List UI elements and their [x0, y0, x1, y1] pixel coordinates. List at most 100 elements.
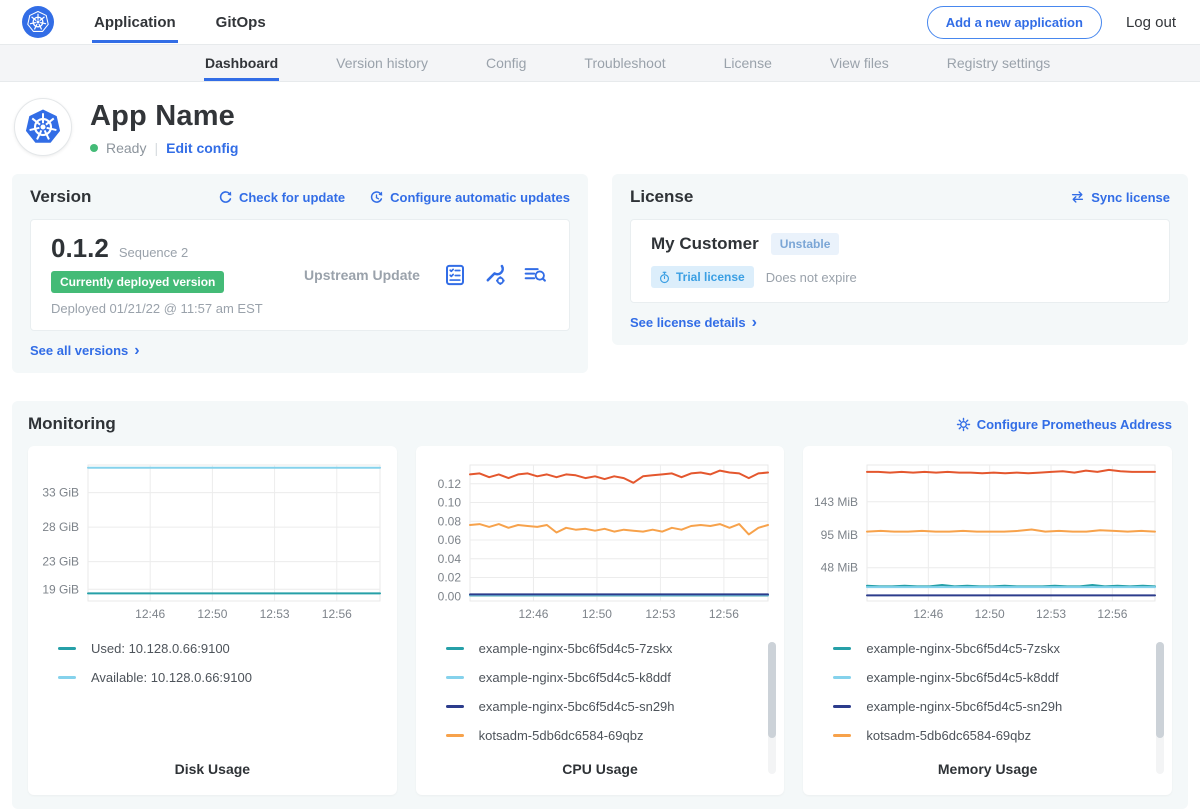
license-card: License Sync license My Customer Unstabl…	[612, 174, 1188, 345]
svg-text:12:53: 12:53	[645, 607, 675, 621]
disk-usage-legend: Used: 10.128.0.66:9100 Available: 10.128…	[58, 639, 389, 687]
tab-view-files[interactable]: View files	[829, 45, 890, 81]
svg-text:0.04: 0.04	[437, 552, 461, 566]
cpu-usage-legend: example-nginx-5bc6f5d4c5-7zskx example-n…	[446, 639, 777, 745]
logout-button[interactable]: Log out	[1126, 14, 1176, 31]
svg-text:12:53: 12:53	[1036, 607, 1066, 621]
legend-label: example-nginx-5bc6f5d4c5-k8ddf	[479, 670, 671, 685]
svg-text:12:46: 12:46	[914, 607, 944, 621]
legend-scrollbar-thumb[interactable]	[1156, 642, 1164, 738]
version-sequence: Sequence 2	[119, 245, 188, 260]
preflight-checks-icon[interactable]	[443, 263, 467, 287]
series-color-swatch	[446, 647, 464, 650]
configure-automatic-updates-link[interactable]: Configure automatic updates	[369, 190, 570, 205]
series-color-swatch	[446, 734, 464, 737]
series-color-swatch	[446, 705, 464, 708]
check-for-update-link[interactable]: Check for update	[218, 190, 345, 205]
license-expiry: Does not expire	[766, 270, 857, 285]
add-application-button[interactable]: Add a new application	[927, 6, 1102, 39]
legend-label: example-nginx-5bc6f5d4c5-sn29h	[479, 699, 675, 714]
deployed-timestamp: Deployed 01/21/22 @ 11:57 am EST	[51, 301, 281, 316]
series-color-swatch	[833, 705, 851, 708]
app-header: App Name Ready | Edit config	[0, 82, 1200, 174]
divider: |	[154, 140, 158, 156]
tab-license[interactable]: License	[723, 45, 773, 81]
series-color-swatch	[833, 676, 851, 679]
cpu-usage-chart-card: 0.120.100.080.060.040.020.0012:4612:5012…	[416, 446, 785, 795]
legend-item: kotsadm-5db6dc6584-69qbz	[446, 726, 777, 745]
tab-gitops[interactable]: GitOps	[214, 2, 268, 43]
ready-status-dot	[90, 144, 98, 152]
svg-text:12:50: 12:50	[197, 607, 227, 621]
configure-prometheus-link[interactable]: Configure Prometheus Address	[956, 417, 1172, 432]
legend-label: kotsadm-5db6dc6584-69qbz	[479, 728, 644, 743]
tab-registry-settings[interactable]: Registry settings	[946, 45, 1051, 81]
series-color-swatch	[58, 647, 76, 650]
svg-text:12:46: 12:46	[518, 607, 548, 621]
svg-text:143 MiB: 143 MiB	[814, 495, 858, 509]
svg-text:48 MiB: 48 MiB	[821, 561, 858, 575]
svg-text:28 GiB: 28 GiB	[42, 520, 79, 534]
legend-label: example-nginx-5bc6f5d4c5-k8ddf	[866, 670, 1058, 685]
memory-usage-chart: 143 MiB95 MiB48 MiB12:4612:5012:5312:56	[811, 458, 1163, 626]
legend-label: kotsadm-5db6dc6584-69qbz	[866, 728, 1031, 743]
see-license-details-link[interactable]: See license details›	[630, 315, 757, 330]
chart-title: Disk Usage	[36, 745, 389, 787]
series-color-swatch	[58, 676, 76, 679]
refresh-icon	[218, 190, 233, 205]
customer-name: My Customer	[651, 234, 759, 254]
status-text: Ready	[106, 140, 146, 156]
kubernetes-app-icon	[23, 107, 63, 147]
see-all-versions-link[interactable]: See all versions›	[30, 343, 140, 358]
svg-text:0.08: 0.08	[437, 514, 461, 528]
legend-item: example-nginx-5bc6f5d4c5-sn29h	[446, 697, 777, 716]
kubernetes-logo-icon	[22, 6, 54, 38]
cpu-usage-chart: 0.120.100.080.060.040.020.0012:4612:5012…	[424, 458, 776, 626]
legend-item: example-nginx-5bc6f5d4c5-7zskx	[833, 639, 1164, 658]
gear-icon	[956, 417, 971, 432]
legend-item: example-nginx-5bc6f5d4c5-k8ddf	[446, 668, 777, 687]
series-color-swatch	[446, 676, 464, 679]
currently-deployed-badge: Currently deployed version	[51, 271, 224, 293]
disk-usage-chart-card: 33 GiB28 GiB23 GiB19 GiB12:4612:5012:531…	[28, 446, 397, 795]
legend-scrollbar[interactable]	[1156, 642, 1164, 774]
edit-config-link[interactable]: Edit config	[166, 140, 238, 156]
current-version-row: 0.1.2 Sequence 2 Currently deployed vers…	[30, 219, 570, 331]
chevron-right-icon: ›	[752, 318, 757, 328]
tab-troubleshoot[interactable]: Troubleshoot	[583, 45, 666, 81]
svg-text:0.12: 0.12	[437, 477, 461, 491]
tab-dashboard[interactable]: Dashboard	[204, 45, 279, 81]
config-wrench-icon[interactable]	[483, 263, 507, 287]
sync-arrows-icon	[1070, 190, 1085, 204]
legend-label: example-nginx-5bc6f5d4c5-7zskx	[479, 641, 673, 656]
legend-label: Used: 10.128.0.66:9100	[91, 641, 230, 656]
page-title: App Name	[90, 100, 238, 133]
svg-text:12:50: 12:50	[582, 607, 612, 621]
version-card: Version Check for update	[12, 174, 588, 373]
tab-version-history[interactable]: Version history	[335, 45, 429, 81]
svg-text:12:56: 12:56	[709, 607, 739, 621]
svg-text:12:56: 12:56	[322, 607, 352, 621]
svg-text:12:53: 12:53	[260, 607, 290, 621]
tab-config[interactable]: Config	[485, 45, 527, 81]
dashboard-cards-row: Version Check for update	[0, 174, 1200, 373]
svg-text:0.00: 0.00	[437, 589, 461, 603]
svg-text:0.06: 0.06	[437, 533, 461, 547]
svg-text:12:56: 12:56	[1098, 607, 1128, 621]
tab-application[interactable]: Application	[92, 2, 178, 43]
license-card-title: License	[630, 187, 693, 207]
svg-text:12:50: 12:50	[975, 607, 1005, 621]
disk-usage-chart: 33 GiB28 GiB23 GiB19 GiB12:4612:5012:531…	[36, 458, 388, 626]
sync-license-link[interactable]: Sync license	[1070, 190, 1170, 205]
legend-scrollbar[interactable]	[768, 642, 776, 774]
chevron-right-icon: ›	[134, 346, 139, 356]
app-sub-nav: Dashboard Version history Config Trouble…	[0, 44, 1200, 82]
version-source-label: Upstream Update	[281, 267, 443, 283]
deploy-logs-icon[interactable]	[523, 264, 547, 286]
legend-scrollbar-thumb[interactable]	[768, 642, 776, 738]
legend-item: Used: 10.128.0.66:9100	[58, 639, 389, 658]
version-card-title: Version	[30, 187, 91, 207]
legend-item: example-nginx-5bc6f5d4c5-7zskx	[446, 639, 777, 658]
legend-label: example-nginx-5bc6f5d4c5-7zskx	[866, 641, 1060, 656]
svg-text:33 GiB: 33 GiB	[42, 486, 79, 500]
